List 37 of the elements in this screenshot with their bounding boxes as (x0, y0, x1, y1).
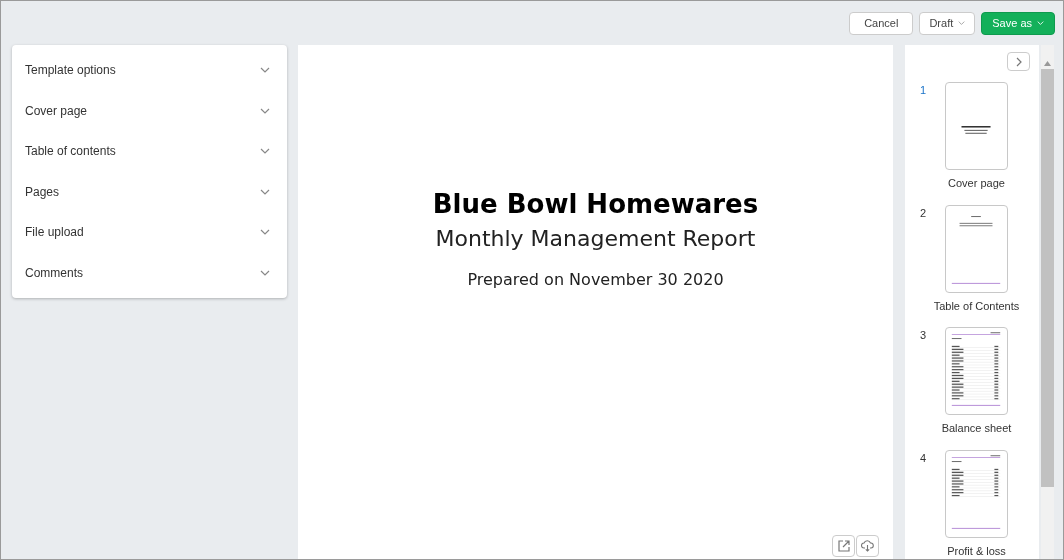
chevron-icon (260, 269, 270, 276)
chevron-icon (260, 229, 270, 236)
report-date: Prepared on November 30 2020 (467, 272, 724, 288)
open-external-button[interactable] (832, 535, 855, 557)
page-label: Profit & loss (947, 543, 1006, 559)
accordion-item[interactable]: Template options (12, 50, 287, 91)
page-number: 4 (919, 450, 928, 466)
accordion-item[interactable]: Pages (12, 171, 287, 212)
chevron-icon (260, 188, 270, 195)
expand-button[interactable] (1007, 52, 1030, 71)
page-label: Balance sheet (941, 421, 1012, 436)
scrollbar-thumb[interactable] (1041, 69, 1054, 487)
download-button[interactable] (856, 535, 879, 557)
accordion-item[interactable]: Cover page (12, 90, 287, 131)
cloud-download-icon (861, 540, 874, 552)
accordion-item[interactable]: File upload (12, 212, 287, 253)
chevron-right-icon (1015, 56, 1022, 67)
accordion-item[interactable]: Comments (12, 252, 287, 293)
accordion-item[interactable]: Table of contents (12, 131, 287, 172)
chevron-icon (958, 20, 966, 26)
chevron-icon (260, 148, 270, 155)
chevron-icon (260, 67, 270, 74)
page-thumbnail[interactable] (945, 327, 1008, 415)
scroll-up-icon (1044, 61, 1051, 66)
chevron-icon (1037, 20, 1044, 26)
report-title: Blue Bowl Homewares (432, 191, 759, 217)
page-number: 1 (919, 83, 928, 98)
page-thumbnail[interactable] (945, 204, 1008, 293)
page-thumbnail[interactable] (945, 82, 1008, 170)
report-subtitle: Monthly Management Report (435, 228, 756, 250)
external-link-icon (837, 540, 850, 552)
page-label: Table of Contents (933, 298, 1020, 314)
page-label: Cover page (948, 176, 1005, 191)
draft-button[interactable]: Draft (919, 11, 976, 35)
page-thumbnail[interactable] (945, 449, 1008, 538)
cancel-button[interactable]: Cancel (849, 11, 914, 35)
chevron-icon (260, 107, 270, 114)
